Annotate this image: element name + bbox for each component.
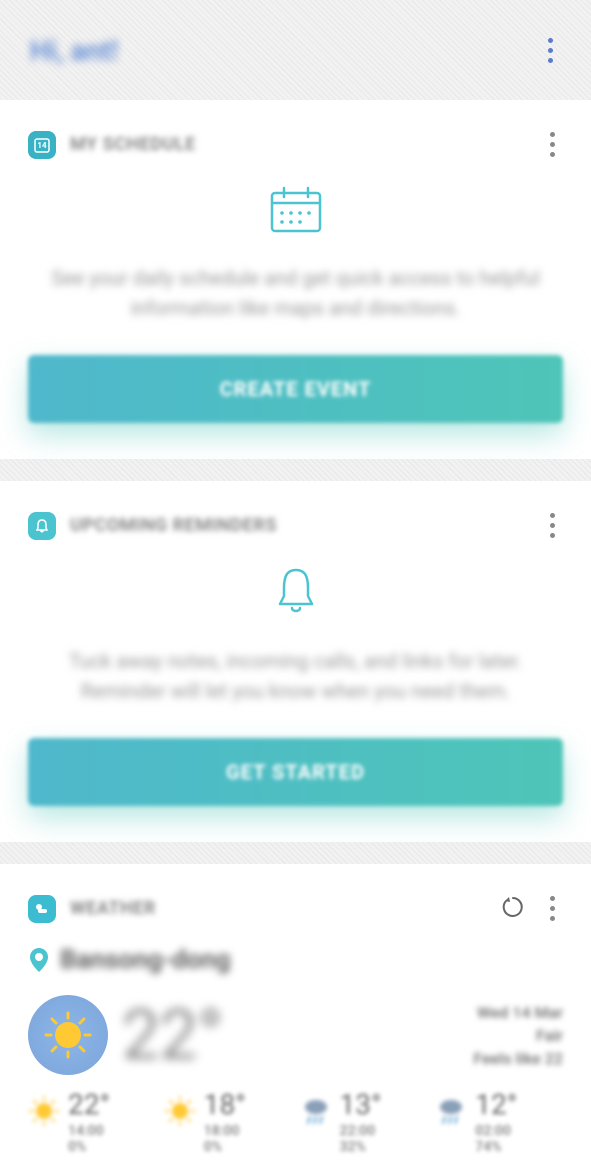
weather-menu-button[interactable] [542, 888, 563, 929]
weather-condition: Fair [473, 1026, 563, 1045]
reminders-title-group: UPCOMING REMINDERS [28, 512, 277, 540]
schedule-header: 14 MY SCHEDULE [28, 124, 563, 165]
forecast-precip: 74% [475, 1139, 517, 1155]
bell-icon [28, 512, 56, 540]
rain-icon [435, 1095, 467, 1127]
weather-details: Wed 14 Mar Fair Feels like 22 [473, 1003, 563, 1068]
weather-date: Wed 14 Mar [473, 1003, 563, 1022]
weather-feels-like: Feels like 22 [473, 1049, 563, 1068]
forecast-time: 22:00 [340, 1123, 382, 1139]
create-event-button[interactable]: CREATE EVENT [28, 355, 563, 423]
weather-title-group: WEATHER [28, 895, 156, 923]
forecast-precip: 0% [68, 1139, 110, 1155]
reminders-card: UPCOMING REMINDERS Tuck away notes, inco… [0, 481, 591, 842]
forecast-temp: 13° [340, 1091, 382, 1119]
schedule-title-group: 14 MY SCHEDULE [28, 131, 196, 159]
calendar-large-icon [28, 185, 563, 235]
refresh-button[interactable] [496, 890, 530, 928]
forecast-item[interactable]: 22° 14:00 0% [28, 1091, 156, 1155]
location-row[interactable]: Bansong-dong [28, 945, 563, 975]
forecast-item[interactable]: 12° 02:00 74% [435, 1091, 563, 1155]
forecast-temp: 12° [475, 1091, 517, 1119]
forecast-item[interactable]: 18° 18:00 0% [164, 1091, 292, 1155]
svg-text:14: 14 [37, 141, 47, 150]
sun-icon [164, 1095, 196, 1127]
forecast-time: 18:00 [204, 1123, 246, 1139]
weather-header: WEATHER [28, 888, 563, 929]
app-header: Hi, ant! [0, 0, 591, 100]
location-name: Bansong-dong [60, 945, 231, 975]
bell-large-icon [28, 566, 563, 618]
forecast-row: 22° 14:00 0% 18° 18:00 0% 13° 22:00 32% [28, 1091, 563, 1155]
forecast-time: 14:00 [68, 1123, 110, 1139]
schedule-description: See your daily schedule and get quick ac… [28, 263, 563, 323]
forecast-temp: 18° [204, 1091, 246, 1119]
reminders-header: UPCOMING REMINDERS [28, 505, 563, 546]
schedule-title: MY SCHEDULE [70, 134, 196, 155]
weather-title: WEATHER [70, 898, 156, 919]
sun-icon [28, 1095, 60, 1127]
current-weather-icon [28, 995, 108, 1075]
header-menu-button[interactable] [540, 30, 561, 71]
forecast-time: 02:00 [475, 1123, 517, 1139]
schedule-card: 14 MY SCHEDULE See your daily schedule a… [0, 100, 591, 459]
greeting-text: Hi, ant! [30, 34, 118, 67]
weather-main: 22° Wed 14 Mar Fair Feels like 22 [28, 995, 563, 1075]
location-pin-icon [28, 946, 50, 974]
forecast-item[interactable]: 13° 22:00 32% [300, 1091, 428, 1155]
forecast-precip: 32% [340, 1139, 382, 1155]
current-temperature: 22° [122, 1001, 223, 1069]
reminders-title: UPCOMING REMINDERS [70, 515, 277, 536]
weather-card: WEATHER Bansong-dong [0, 864, 591, 1175]
schedule-menu-button[interactable] [542, 124, 563, 165]
get-started-button[interactable]: GET STARTED [28, 738, 563, 806]
calendar-icon: 14 [28, 131, 56, 159]
forecast-precip: 0% [204, 1139, 246, 1155]
weather-icon [28, 895, 56, 923]
reminders-menu-button[interactable] [542, 505, 563, 546]
reminders-description: Tuck away notes, incoming calls, and lin… [28, 646, 563, 706]
weather-current: 22° [28, 995, 223, 1075]
forecast-temp: 22° [68, 1091, 110, 1119]
weather-actions [496, 888, 563, 929]
rain-icon [300, 1095, 332, 1127]
